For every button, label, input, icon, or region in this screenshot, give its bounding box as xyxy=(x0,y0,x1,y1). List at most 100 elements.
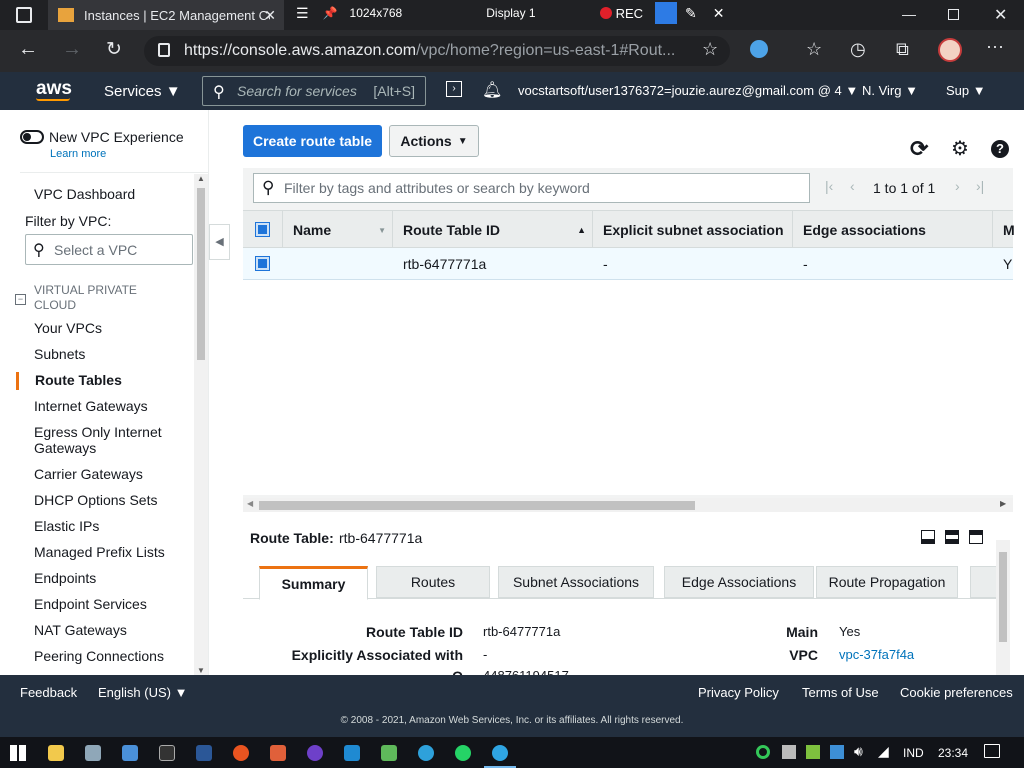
profile-avatar[interactable] xyxy=(938,38,962,62)
actions-button[interactable]: Actions ▼ xyxy=(389,125,479,157)
windows-start-icon[interactable] xyxy=(10,745,26,761)
reload-icon[interactable]: ↻ xyxy=(106,38,122,61)
browser-tab[interactable]: Instances | EC2 Management Console ✕ xyxy=(48,0,284,30)
rec-label[interactable]: REC xyxy=(616,6,643,21)
learn-more-link[interactable]: Learn more xyxy=(50,148,106,160)
sidebar-item-elastic-ips[interactable]: Elastic IPs xyxy=(34,518,99,534)
tab-summary[interactable]: Summary xyxy=(259,566,368,600)
sidebar-item-carrier-gateways[interactable]: Carrier Gateways xyxy=(34,466,143,482)
terms-link[interactable]: Terms of Use xyxy=(802,685,879,700)
column-edge-associations[interactable]: Edge associations xyxy=(793,211,993,249)
row-checkbox[interactable] xyxy=(255,256,270,271)
history-icon[interactable]: ◷ xyxy=(850,39,866,60)
tab-edge-associations[interactable]: Edge Associations xyxy=(664,566,814,598)
split-top-icon[interactable] xyxy=(969,530,983,544)
sidebar-item-managed-prefix-lists[interactable]: Managed Prefix Lists xyxy=(34,544,165,560)
more-icon[interactable]: ··· xyxy=(986,36,1004,57)
split-bottom-icon[interactable] xyxy=(921,530,935,544)
restore-icon[interactable] xyxy=(948,9,959,20)
new-vpc-toggle[interactable] xyxy=(20,130,44,144)
scroll-left-icon[interactable]: ◀ xyxy=(247,499,253,508)
gear-icon[interactable]: ⚙ xyxy=(951,136,969,161)
lock-icon[interactable] xyxy=(158,43,170,57)
app-icon[interactable] xyxy=(85,745,101,761)
command-prompt-icon[interactable] xyxy=(159,745,175,761)
file-explorer-icon[interactable] xyxy=(48,745,64,761)
bell-icon[interactable]: 🔔︎ xyxy=(482,80,502,100)
git-icon[interactable] xyxy=(270,745,286,761)
wifi-icon[interactable]: ◢ xyxy=(878,743,889,760)
prev-page-icon[interactable]: ‹ xyxy=(850,178,855,194)
back-icon[interactable]: ← xyxy=(18,38,38,61)
table-row[interactable]: rtb-6477771a - - Y xyxy=(243,248,1013,280)
minimize-icon[interactable]: — xyxy=(902,6,916,22)
tab-routes[interactable]: Routes xyxy=(376,566,490,598)
scroll-down-icon[interactable]: ▼ xyxy=(197,666,205,675)
feedback-link[interactable]: Feedback xyxy=(20,685,77,700)
workspace-icon[interactable] xyxy=(16,7,32,23)
collections-icon[interactable]: ⧉ xyxy=(896,39,909,60)
privacy-link[interactable]: Privacy Policy xyxy=(698,685,779,700)
camera-icon[interactable] xyxy=(655,2,678,24)
aws-logo[interactable]: aws xyxy=(36,78,72,100)
sort-asc-icon[interactable]: ▲ xyxy=(577,225,586,235)
whatsapp-icon[interactable] xyxy=(455,745,471,761)
menu-icon[interactable]: ☰ xyxy=(296,5,309,22)
notifications-icon[interactable] xyxy=(984,744,1000,758)
pin-icon[interactable]: 📌 xyxy=(323,6,338,20)
tab-subnet-associations[interactable]: Subnet Associations xyxy=(498,566,654,598)
favorite-star-icon[interactable]: ☆ xyxy=(702,39,718,60)
scroll-right-icon[interactable]: ▶ xyxy=(1000,499,1006,508)
speaker-icon[interactable]: 🔊︎ xyxy=(854,743,863,760)
sidebar-item-internet-gateways[interactable]: Internet Gateways xyxy=(34,398,148,414)
sidebar-item-route-tables[interactable]: Route Tables xyxy=(35,372,122,388)
forward-icon[interactable]: → xyxy=(62,38,82,61)
language-indicator[interactable]: IND xyxy=(903,746,924,760)
select-all-checkbox[interactable] xyxy=(255,222,270,237)
close-window-icon[interactable]: ✕ xyxy=(994,5,1007,25)
next-page-icon[interactable]: › xyxy=(955,178,960,194)
sidebar-item-your-vpcs[interactable]: Your VPCs xyxy=(34,320,102,336)
control-panel-icon[interactable] xyxy=(122,745,138,761)
language-menu[interactable]: English (US) ▼ xyxy=(98,685,187,700)
tray-app2-icon[interactable] xyxy=(830,745,844,759)
services-menu[interactable]: Services ▼ xyxy=(104,83,181,100)
sidebar-item-egress-only-internet-gateways[interactable]: Egress Only Internet Gateways xyxy=(34,424,174,456)
region-menu[interactable]: N. Virg ▼ xyxy=(862,83,918,98)
support-menu[interactable]: Sup ▼ xyxy=(946,83,986,98)
help-icon[interactable]: ? xyxy=(991,140,1009,158)
first-page-icon[interactable]: |‹ xyxy=(825,178,833,194)
github-icon[interactable] xyxy=(307,745,323,761)
last-page-icon[interactable]: ›| xyxy=(976,178,984,194)
cloudshell-icon[interactable]: › xyxy=(446,81,462,97)
detail-scrollbar-thumb[interactable] xyxy=(999,552,1007,642)
cookie-preferences-link[interactable]: Cookie preferences xyxy=(900,685,1013,700)
sort-icon[interactable]: ▼ xyxy=(378,226,386,235)
sidebar-item-peering-connections[interactable]: Peering Connections xyxy=(34,648,164,664)
vpc-link[interactable]: vpc-37fa7f4a xyxy=(839,647,914,662)
sidebar-item-nat-gateways[interactable]: NAT Gateways xyxy=(34,622,127,638)
vscode-icon[interactable] xyxy=(344,745,360,761)
sidebar-item-endpoint-services[interactable]: Endpoint Services xyxy=(34,596,147,612)
tray-app-icon[interactable] xyxy=(806,745,820,759)
sidebar-item-dhcp-options-sets[interactable]: DHCP Options Sets xyxy=(34,492,157,508)
favorites-icon[interactable]: ☆ xyxy=(806,39,822,60)
collapse-section-icon[interactable]: − xyxy=(15,294,26,305)
column-name[interactable]: Name ▼ xyxy=(283,211,393,249)
scroll-up-icon[interactable]: ▲ xyxy=(197,174,205,183)
collapse-sidebar-icon[interactable]: ◀ xyxy=(209,224,230,260)
create-route-table-button[interactable]: Create route table xyxy=(243,125,382,157)
column-route-table-id[interactable]: Route Table ID ▲ xyxy=(393,211,593,249)
account-menu[interactable]: vocstartsoft/user1376372=jouzie.aurez@gm… xyxy=(518,83,858,98)
split-middle-icon[interactable] xyxy=(945,530,959,544)
close-recording-icon[interactable]: ✕ xyxy=(713,5,725,22)
refresh-icon[interactable]: ⟳ xyxy=(910,136,928,162)
pen-icon[interactable]: ✎ xyxy=(685,5,697,22)
powershell-icon[interactable] xyxy=(196,745,212,761)
node-icon[interactable] xyxy=(381,745,397,761)
close-tab-icon[interactable]: ✕ xyxy=(264,7,276,24)
sidebar-scrollbar-thumb[interactable] xyxy=(197,188,205,360)
sidebar-item-endpoints[interactable]: Endpoints xyxy=(34,570,96,586)
tray-status-icon[interactable] xyxy=(756,745,770,759)
sidebar-item-subnets[interactable]: Subnets xyxy=(34,346,85,362)
